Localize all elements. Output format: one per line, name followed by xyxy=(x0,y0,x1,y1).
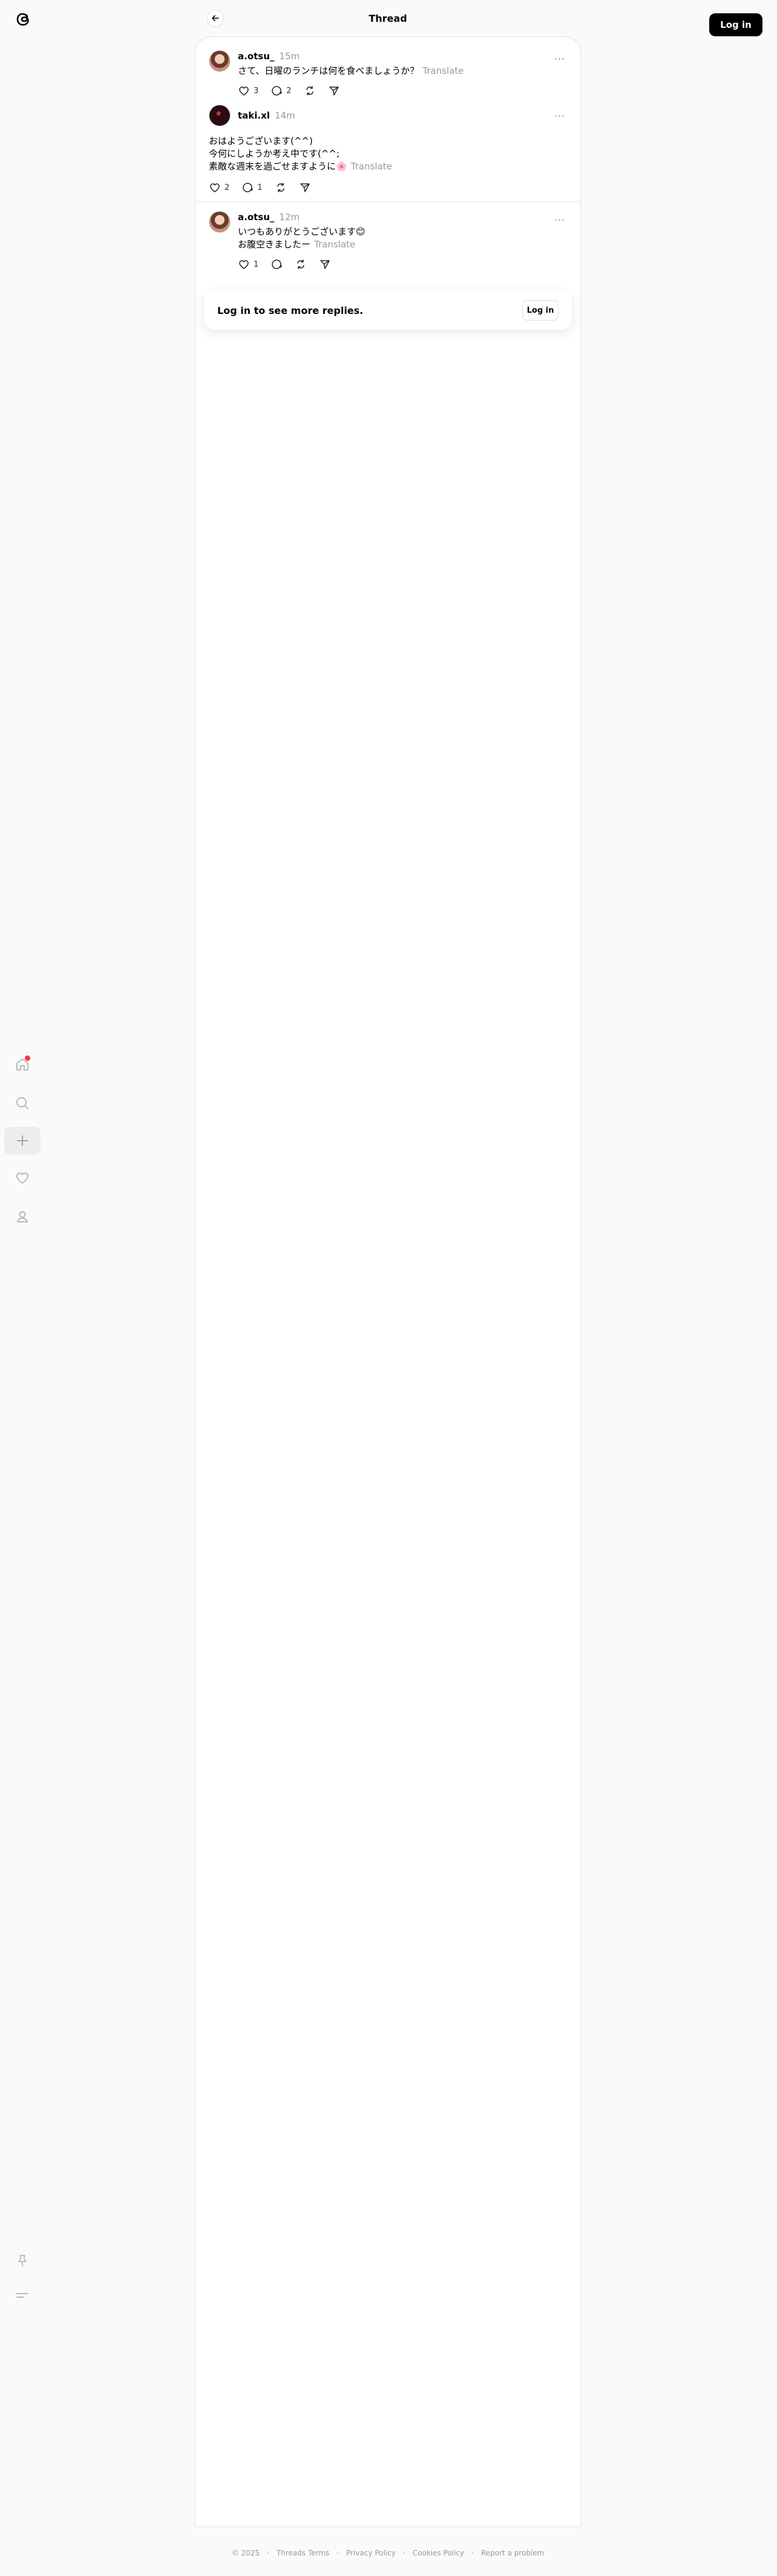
thread-post[interactable]: a.otsu_ 12m いつもありがとうございます😊 お腹空きましたー Trans… xyxy=(195,211,580,275)
more-options-button[interactable]: ··· xyxy=(552,214,567,226)
more-options-button[interactable]: ··· xyxy=(552,109,567,122)
repost-button[interactable] xyxy=(295,253,307,275)
post-text-line: 今何にしようか考え中です(^^; xyxy=(209,148,340,159)
footer: © 2025 · Threads Terms · Privacy Policy … xyxy=(231,2549,545,2557)
thread-header: Thread xyxy=(195,0,581,36)
search-icon xyxy=(16,1097,28,1109)
share-button[interactable] xyxy=(328,80,340,102)
nav-profile[interactable] xyxy=(4,1202,41,1232)
post-text: さて、日曜のランチは何を食べましょうか？ xyxy=(238,65,419,76)
timestamp[interactable]: 15m xyxy=(279,51,300,62)
login-prompt-card: Log in to see more replies. Log in xyxy=(204,291,572,330)
menu-button[interactable] xyxy=(4,2280,41,2310)
post-text-line: いつもありがとうございます😊 xyxy=(238,226,366,237)
reply-count: 2 xyxy=(286,86,292,96)
post-text-line: 素敵な週末を過ごせますように🌸 xyxy=(209,161,347,172)
threads-logo-icon[interactable] xyxy=(11,7,35,31)
repost-button[interactable] xyxy=(304,80,316,102)
heart-icon xyxy=(239,86,249,96)
comment-icon xyxy=(243,183,253,192)
translate-link[interactable]: Translate xyxy=(314,239,355,250)
repost-icon xyxy=(277,183,284,192)
login-button[interactable]: Log in xyxy=(709,13,762,36)
reply-count: 1 xyxy=(257,183,263,192)
login-prompt-text: Log in to see more replies. xyxy=(217,304,364,316)
nav-create[interactable] xyxy=(4,1127,41,1155)
reply-button[interactable]: 2 xyxy=(270,80,292,102)
avatar[interactable] xyxy=(209,211,231,233)
like-button[interactable]: 1 xyxy=(238,253,258,275)
reply-button[interactable]: 1 xyxy=(241,177,263,198)
like-count: 3 xyxy=(254,86,259,96)
more-options-button[interactable]: ··· xyxy=(552,53,567,65)
like-count: 2 xyxy=(225,183,230,192)
repost-button[interactable] xyxy=(275,177,287,198)
menu-icon xyxy=(16,2293,28,2298)
nav-activity[interactable] xyxy=(4,1163,41,1193)
post-text-line: おはようございます(^^) xyxy=(209,135,313,146)
heart-icon xyxy=(239,260,249,269)
send-icon xyxy=(329,86,339,96)
post-text-line: お腹空きましたー xyxy=(238,239,311,250)
footer-link-cookies[interactable]: Cookies Policy xyxy=(413,2549,464,2557)
footer-link-report[interactable]: Report a problem xyxy=(481,2549,544,2557)
heart-icon xyxy=(210,183,220,192)
pin-icon xyxy=(18,2255,27,2266)
pin-button[interactable] xyxy=(4,2245,41,2275)
avatar[interactable] xyxy=(209,105,231,126)
repost-icon xyxy=(297,259,305,269)
login-prompt-button[interactable]: Log in xyxy=(522,300,559,321)
thread-post[interactable]: taki.xl 14m ··· おはようございます(^^) 今何にしようか考え中… xyxy=(195,105,580,198)
page-title: Thread xyxy=(369,12,407,24)
repost-icon xyxy=(306,86,313,96)
arrow-left-icon xyxy=(212,15,219,21)
like-count: 1 xyxy=(254,259,259,269)
timestamp[interactable]: 14m xyxy=(275,110,295,121)
footer-link-terms[interactable]: Threads Terms xyxy=(277,2549,329,2557)
back-button[interactable] xyxy=(207,10,224,27)
plus-icon xyxy=(17,1135,28,1146)
share-button[interactable] xyxy=(299,177,311,198)
share-button[interactable] xyxy=(319,253,331,275)
footer-link-privacy[interactable]: Privacy Policy xyxy=(346,2549,396,2557)
divider xyxy=(195,201,580,202)
timestamp[interactable]: 12m xyxy=(279,212,300,223)
nav-home[interactable] xyxy=(4,1049,41,1080)
send-icon xyxy=(320,260,330,269)
comment-icon xyxy=(272,259,282,269)
person-icon xyxy=(17,1211,28,1222)
like-button[interactable]: 3 xyxy=(238,80,258,102)
sidebar-nav xyxy=(4,1049,41,1241)
username[interactable]: taki.xl xyxy=(238,110,270,121)
translate-link[interactable]: Translate xyxy=(351,161,392,172)
send-icon xyxy=(300,183,310,192)
translate-link[interactable]: Translate xyxy=(422,65,464,76)
thread-post[interactable]: a.otsu_ 15m さて、日曜のランチは何を食べましょうか？ Translat… xyxy=(195,50,580,102)
avatar[interactable] xyxy=(209,50,231,72)
reply-button[interactable] xyxy=(270,253,283,275)
username[interactable]: a.otsu_ xyxy=(238,212,274,223)
username[interactable]: a.otsu_ xyxy=(238,51,274,62)
notification-dot xyxy=(25,1055,30,1061)
like-button[interactable]: 2 xyxy=(209,177,229,198)
heart-icon xyxy=(16,1172,28,1184)
nav-search[interactable] xyxy=(4,1088,41,1118)
comment-icon xyxy=(272,86,282,96)
copyright: © 2025 xyxy=(231,2549,260,2557)
sidebar-bottom xyxy=(4,2245,41,2315)
thread-column: a.otsu_ 15m さて、日曜のランチは何を食べましょうか？ Translat… xyxy=(195,36,581,2527)
